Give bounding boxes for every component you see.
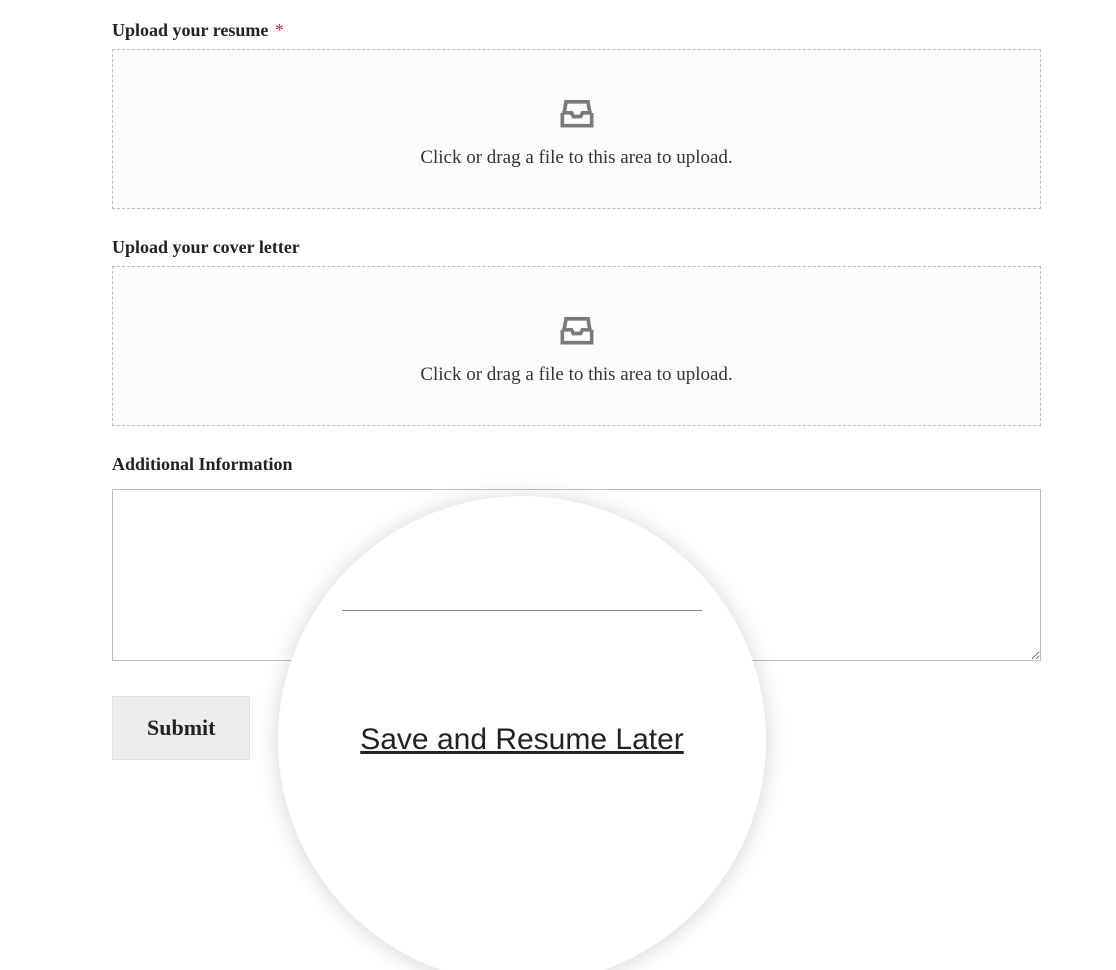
required-asterisk: * xyxy=(275,20,284,40)
resume-label-text: Upload your resume xyxy=(112,20,268,40)
additional-info-label: Additional Information xyxy=(112,454,1041,475)
resume-upload-label: Upload your resume * xyxy=(112,20,1041,41)
magnifier-divider xyxy=(342,610,702,611)
inbox-icon xyxy=(555,89,599,133)
resume-dropzone-text: Click or drag a file to this area to upl… xyxy=(420,147,732,169)
cover-letter-upload-label: Upload your cover letter xyxy=(112,237,1041,258)
inbox-icon xyxy=(555,306,599,350)
save-and-resume-later-link[interactable]: Save and Resume Later xyxy=(360,723,684,757)
cover-letter-dropzone-text: Click or drag a file to this area to upl… xyxy=(420,364,732,386)
submit-button[interactable]: Submit xyxy=(112,696,250,760)
cover-letter-dropzone[interactable]: Click or drag a file to this area to upl… xyxy=(112,266,1041,426)
resume-dropzone[interactable]: Click or drag a file to this area to upl… xyxy=(112,49,1041,209)
zoom-highlight-circle: Save and Resume Later xyxy=(292,510,752,970)
